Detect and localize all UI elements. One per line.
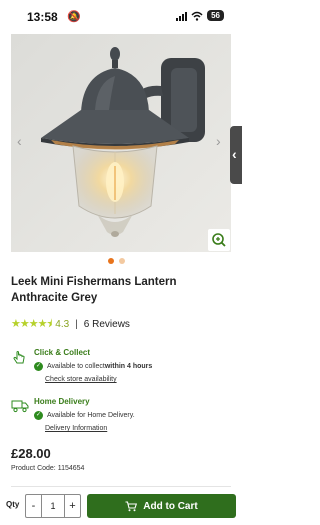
chevron-left-icon[interactable]: ‹ <box>17 133 22 149</box>
chevron-right-icon[interactable]: › <box>216 133 221 149</box>
click-collect-title: Click & Collect <box>34 348 91 357</box>
gallery-dot[interactable] <box>119 258 125 264</box>
status-icons: 56 <box>176 10 224 21</box>
rating-value: 4.3 <box>55 319 70 330</box>
truck-icon <box>11 400 29 413</box>
divider <box>11 486 231 487</box>
home-delivery-text: Available for Home Delivery. <box>47 412 135 419</box>
product-title: Leek Mini Fishermans Lantern Anthracite … <box>11 276 177 304</box>
reviews-link[interactable]: 6 Reviews <box>84 319 130 330</box>
gallery-dot[interactable] <box>108 258 114 264</box>
delivery-information-link[interactable]: Delivery Information <box>45 425 107 432</box>
qty-input[interactable]: 1 <box>42 495 64 517</box>
cart-icon <box>125 500 138 511</box>
home-delivery-status: ✓ Available for Home Delivery. <box>34 411 135 420</box>
home-delivery-title: Home Delivery <box>34 397 90 406</box>
side-panel-tab[interactable]: ‹ <box>230 126 242 184</box>
gallery-pagination <box>108 258 125 264</box>
click-collect-text: Available to collect <box>47 363 105 370</box>
zoom-button[interactable] <box>208 229 230 251</box>
battery-icon: 56 <box>207 10 224 21</box>
product-image[interactable]: ‹ › <box>11 34 231 252</box>
signal-icon <box>176 11 188 21</box>
quantity-stepper: - 1 + <box>25 494 81 518</box>
qty-label: Qty <box>6 500 20 509</box>
home-delivery-section: Home Delivery ✓ Available for Home Deliv… <box>11 397 211 437</box>
click-collect-status: ✓ Available to collect within 4 hours <box>34 362 152 371</box>
bell-slash-icon: 🔕 <box>67 11 81 23</box>
qty-increase-button[interactable]: + <box>64 495 80 517</box>
check-icon: ✓ <box>34 362 43 371</box>
qty-decrease-button[interactable]: - <box>26 495 42 517</box>
add-to-cart-label: Add to Cart <box>143 500 198 512</box>
click-collect-section: Click & Collect ✓ Available to collect w… <box>11 348 211 388</box>
rating-separator: | <box>75 319 78 330</box>
add-to-cart-button[interactable]: Add to Cart <box>87 494 236 518</box>
status-time: 13:58 <box>27 10 58 24</box>
star-icon: ★★★★⯨ <box>11 318 52 330</box>
product-price: £28.00 <box>11 446 51 461</box>
hand-pointer-icon <box>13 351 25 364</box>
click-collect-time: within 4 hours <box>104 363 153 370</box>
status-bar: 13:58 🔕 56 <box>0 0 242 32</box>
lantern-illustration <box>11 34 231 252</box>
wifi-icon <box>191 11 203 21</box>
check-icon: ✓ <box>34 411 43 420</box>
check-store-link[interactable]: Check store availability <box>45 376 117 383</box>
product-rating[interactable]: ★★★★⯨ 4.3 | 6 Reviews <box>11 315 130 334</box>
zoom-icon <box>212 233 226 247</box>
chevron-left-icon: ‹ <box>232 146 237 162</box>
product-code: Product Code: 1154654 <box>11 465 85 472</box>
